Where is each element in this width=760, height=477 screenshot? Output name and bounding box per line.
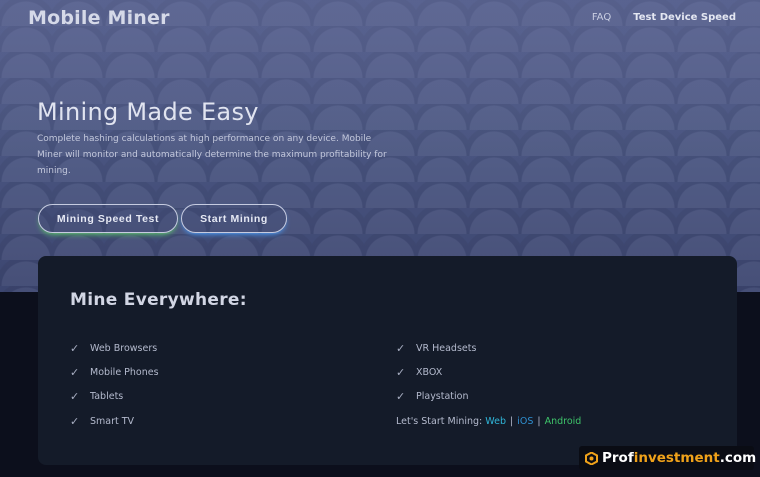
list-item: ✓ Mobile Phones <box>70 360 159 384</box>
watermark: Prof investment .com <box>579 446 757 470</box>
platform-label: Tablets <box>90 391 124 403</box>
nav-test-device-speed[interactable]: Test Device Speed <box>633 12 736 23</box>
platform-list-left: ✓ Web Browsers ✓ Mobile Phones ✓ Tablets ✓ S… <box>70 336 159 433</box>
link-separator: | <box>510 415 514 427</box>
list-item: ✓ XBOX <box>396 360 581 384</box>
check-icon: ✓ <box>70 390 80 404</box>
top-nav: FAQ Test Device Speed <box>592 12 736 23</box>
watermark-text-prof: Prof <box>602 450 634 466</box>
link-separator: | <box>537 415 541 427</box>
list-item: ✓ Smart TV <box>70 409 159 433</box>
platform-label: Playstation <box>416 391 469 403</box>
check-icon: ✓ <box>70 341 80 355</box>
mining-speed-test-button[interactable]: Mining Speed Test <box>38 204 178 233</box>
check-icon: ✓ <box>396 365 406 379</box>
hero-description: Complete hashing calculations at high pe… <box>37 134 387 176</box>
platform-label: Web Browsers <box>90 342 158 354</box>
watermark-text-investment: investment <box>633 450 720 466</box>
check-icon: ✓ <box>70 365 80 379</box>
brand-logo[interactable]: Mobile Miner <box>28 7 170 29</box>
platform-label: XBOX <box>416 366 443 378</box>
platform-label: Mobile Phones <box>90 366 159 378</box>
start-mining-button[interactable]: Start Mining <box>181 204 287 233</box>
link-android[interactable]: Android <box>545 416 582 427</box>
watermark-text-domain: .com <box>719 450 757 466</box>
platform-label: VR Headsets <box>416 342 477 354</box>
check-icon: ✓ <box>396 341 406 355</box>
link-ios[interactable]: iOS <box>517 416 533 427</box>
platform-label: Smart TV <box>90 415 135 427</box>
list-item: ✓ Web Browsers <box>70 336 159 360</box>
list-item: ✓ Playstation <box>396 385 581 409</box>
list-item: ✓ Tablets <box>70 385 159 409</box>
platforms-title: Mine Everywhere: <box>70 290 247 310</box>
start-mining-cta: Let's Start Mining: Web | iOS | Android <box>396 409 581 433</box>
cta-label: Let's Start Mining: <box>396 415 483 427</box>
hero-title: Mining Made Easy <box>37 98 259 126</box>
check-icon: ✓ <box>70 414 80 428</box>
platforms-card: Mine Everywhere: ✓ Web Browsers ✓ Mobile P… <box>38 256 737 465</box>
nav-faq[interactable]: FAQ <box>592 12 611 23</box>
list-item: ✓ VR Headsets <box>396 336 581 360</box>
platform-list-right: ✓ VR Headsets ✓ XBOX ✓ Playstation Let's St… <box>396 336 581 433</box>
profinvestment-logo-icon <box>585 450 598 466</box>
link-web[interactable]: Web <box>485 416 506 427</box>
check-icon: ✓ <box>396 390 406 404</box>
